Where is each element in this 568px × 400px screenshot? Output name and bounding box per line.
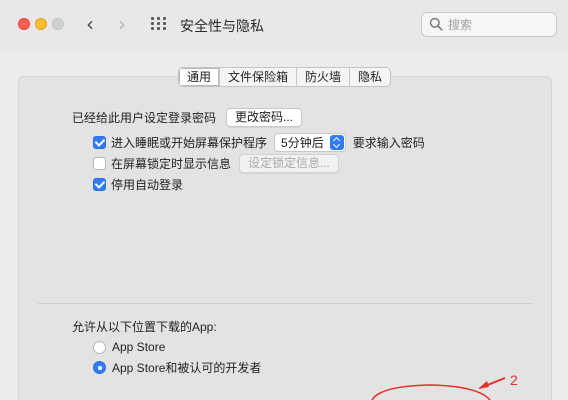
close-window-button[interactable] xyxy=(18,18,30,30)
tab-general[interactable]: 通用 xyxy=(179,68,221,86)
tab-bar: 通用 文件保险箱 防火墙 隐私 xyxy=(178,67,392,87)
require-password-checkbox[interactable] xyxy=(93,136,106,149)
search-icon xyxy=(429,17,443,31)
search-field[interactable] xyxy=(421,12,557,37)
disable-auto-login-checkbox[interactable] xyxy=(93,178,106,191)
option-app-store-label: App Store xyxy=(112,340,166,354)
window-title: 安全性与隐私 xyxy=(180,18,264,34)
radio-app-store-identified[interactable] xyxy=(93,361,106,374)
show-message-row: 在屏幕锁定时显示信息 设定锁定信息... xyxy=(93,154,340,173)
change-password-button[interactable]: 更改密码... xyxy=(226,108,303,127)
downloads-heading-row: 允许从以下位置下载的App: xyxy=(72,318,217,335)
annotation-number: 2 xyxy=(510,372,518,388)
radio-app-store[interactable] xyxy=(93,340,106,354)
password-delay-select[interactable]: 5分钟后 xyxy=(274,133,346,152)
zoom-window-button[interactable] xyxy=(52,18,64,30)
require-password-row: 进入睡眠或开始屏幕保护程序 5分钟后 要求输入密码 xyxy=(93,133,425,152)
chevron-right-icon[interactable]: › xyxy=(118,12,126,36)
disable-auto-login-row: 停用自动登录 xyxy=(93,176,183,193)
section-divider xyxy=(38,303,532,304)
download-option-row: App Store xyxy=(93,340,165,354)
chevron-updown-icon xyxy=(329,135,344,150)
login-password-row: 已经给此用户设定登录密码 更改密码... xyxy=(72,108,303,127)
download-option-row: App Store和被认可的开发者 xyxy=(93,359,261,376)
disable-auto-login-label: 停用自动登录 xyxy=(111,178,184,192)
require-password-label: 进入睡眠或开始屏幕保护程序 xyxy=(111,136,268,150)
search-input[interactable] xyxy=(448,16,548,33)
chevron-left-icon[interactable]: ‹ xyxy=(86,12,94,36)
show-message-checkbox[interactable] xyxy=(93,157,106,170)
password-delay-value: 5分钟后 xyxy=(281,136,324,150)
require-password-suffix: 要求输入密码 xyxy=(352,136,425,150)
option-app-store-identified-label: App Store和被认可的开发者 xyxy=(112,361,262,375)
minimize-window-button[interactable] xyxy=(35,18,47,30)
login-password-label: 已经给此用户设定登录密码 xyxy=(72,111,217,125)
title-bar: ‹ › 安全性与隐私 xyxy=(0,0,568,50)
tab-firewall[interactable]: 防火墙 xyxy=(297,68,351,86)
show-message-label: 在屏幕锁定时显示信息 xyxy=(111,157,232,171)
tab-privacy[interactable]: 隐私 xyxy=(350,68,390,86)
grid-icon[interactable] xyxy=(151,17,167,31)
set-lock-message-button[interactable]: 设定锁定信息... xyxy=(239,154,340,173)
downloads-heading: 允许从以下位置下载的App: xyxy=(72,320,217,334)
tab-filevault[interactable]: 文件保险箱 xyxy=(220,68,298,86)
security-privacy-window: ‹ › 安全性与隐私 通用 文件保险箱 防火墙 隐私 已经给此用户设定登录密码 … xyxy=(0,0,568,400)
